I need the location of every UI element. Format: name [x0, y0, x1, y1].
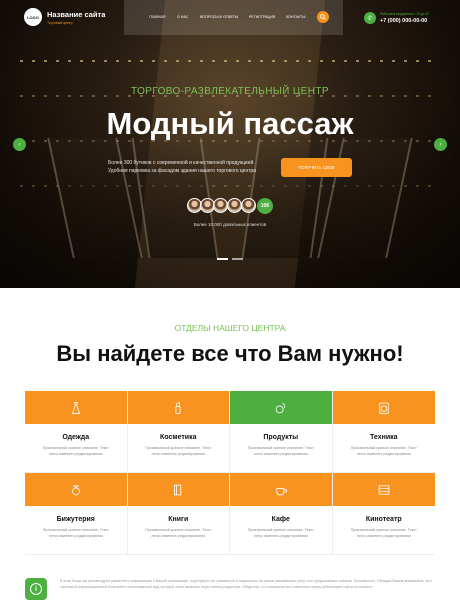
department-desc: Произвольный краткое описание. Текст лег… — [350, 446, 417, 456]
books-icon — [174, 484, 182, 495]
department-name: Косметика — [160, 434, 197, 441]
info-icon: i — [30, 583, 42, 595]
department-card-cosmetics[interactable]: Косметика Произвольный краткое описание.… — [127, 391, 230, 473]
department-name: Кафе — [271, 516, 290, 523]
slider-dot[interactable] — [232, 258, 243, 260]
department-name: Техника — [369, 434, 398, 441]
slider-dot[interactable] — [217, 258, 228, 260]
department-card-books[interactable]: Книги Произвольный краткое описание. Тек… — [127, 473, 230, 555]
info-badge: i — [25, 578, 47, 600]
nav-item-about[interactable]: О нас — [177, 15, 188, 19]
avatar — [227, 198, 242, 213]
department-card-appliances[interactable]: Техника Произвольный краткое описание. Т… — [332, 391, 435, 473]
jewelry-icon — [71, 484, 80, 495]
nav-item-faq[interactable]: Вопросы и ответы — [200, 15, 238, 19]
work-hours: Работаем ежедневно с 10 до 22 — [380, 12, 430, 16]
hero-description-line-1: Более 300 бутиков с современной и качест… — [108, 160, 255, 166]
main-nav: Главная О нас Вопросы и ответы Регистрац… — [124, 0, 343, 35]
grocery-icon — [275, 402, 285, 413]
section-title: Вы найдете все что Вам нужно! — [56, 341, 404, 366]
department-name: Кинотеатр — [365, 516, 402, 523]
department-desc: Произвольный краткое описание. Текст лег… — [42, 446, 109, 456]
dress-icon — [71, 401, 80, 414]
hero-description: Более 300 бутиков с современной и качест… — [108, 159, 278, 175]
department-desc: Произвольный краткое описание. Текст лег… — [350, 528, 417, 538]
hero-description-line-2: Удобная парковка за фасадом здания нашег… — [108, 168, 257, 174]
search-button[interactable] — [317, 11, 329, 23]
visitors-text: Более 10 000 довольных клиентов — [193, 222, 267, 227]
phone-number[interactable]: +7 (000) 000-00-00 — [380, 18, 427, 24]
chevron-left-icon: ‹ — [18, 141, 21, 148]
site-subtitle: Торговый центр — [47, 21, 73, 25]
nav-item-contacts[interactable]: Контакты — [286, 15, 305, 19]
chevron-right-icon: › — [439, 141, 442, 148]
department-card-jewelry[interactable]: Бижутерия Произвольный краткое описание.… — [25, 473, 128, 555]
hero-subtitle: ТОРГОВО-РАЗВЛЕКАТЕЛЬНЫЙ ЦЕНТР — [131, 86, 329, 97]
department-name: Книги — [168, 516, 189, 523]
slider-prev-button[interactable]: ‹ — [13, 138, 26, 151]
search-icon — [320, 14, 326, 20]
department-name: Продукты — [263, 434, 299, 441]
department-card-cinema[interactable]: Кинотеатр Произвольный краткое описание.… — [332, 473, 435, 555]
info-text: В этом блоке мы рекомендуем разместить и… — [60, 579, 432, 589]
department-desc: Произвольный краткое описание. Текст лег… — [247, 528, 314, 538]
avatar — [241, 198, 256, 213]
nav-item-register[interactable]: Регистрация — [249, 15, 275, 19]
cinema-icon — [378, 484, 390, 495]
department-desc: Произвольный краткое описание. Текст лег… — [42, 528, 109, 538]
departments-grid: Одежда Произвольный краткое описание. Те… — [25, 391, 436, 555]
phone-icon[interactable]: ✆ — [364, 12, 376, 24]
site-title[interactable]: Название сайта — [47, 10, 105, 19]
department-desc: Произвольный краткое описание. Текст лег… — [247, 446, 314, 456]
coffee-icon — [276, 487, 287, 495]
hero-banner: LOGO Название сайта Торговый центр Главн… — [0, 0, 460, 288]
department-name: Одежда — [62, 434, 90, 441]
section-subtitle: ОТДЕЛЫ НАШЕГО ЦЕНТРА — [174, 323, 286, 333]
nav-item-home[interactable]: Главная — [149, 15, 165, 19]
visitors-badge: 10К — [257, 198, 273, 214]
logo[interactable]: LOGO — [24, 8, 42, 26]
department-name: Бижутерия — [56, 516, 95, 523]
department-card-grocery[interactable]: Продукты Произвольный краткое описание. … — [230, 391, 333, 473]
department-desc: Произвольный краткое описание. Текст лег… — [145, 528, 212, 538]
hero-title: Модный пассаж — [106, 106, 354, 141]
department-desc: Произвольный краткое описание. Текст лег… — [145, 446, 212, 456]
avatar — [213, 198, 228, 213]
department-card-clothes[interactable]: Одежда Произвольный краткое описание. Те… — [25, 391, 128, 473]
appliance-icon — [379, 402, 389, 414]
department-card-cafe[interactable]: Кафе Произвольный краткое описание. Текс… — [230, 473, 333, 555]
slider-next-button[interactable]: › — [434, 138, 447, 151]
cta-button[interactable]: ПОЛУЧИТЬ СВОЕ — [281, 158, 352, 177]
cosmetics-icon — [175, 401, 181, 414]
